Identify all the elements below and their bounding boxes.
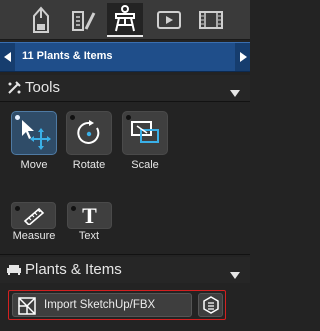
rotate-tool-button[interactable]: [66, 111, 112, 155]
nav-title: 11 Plants & Items: [22, 50, 113, 62]
move-cursor-icon: [22, 120, 51, 150]
import-cube-icon: [17, 296, 37, 321]
move-tool-button[interactable]: [11, 111, 57, 155]
rotate-label: Rotate: [72, 159, 106, 171]
measure-tool-button[interactable]: [11, 202, 56, 229]
scale-icon: [131, 121, 159, 143]
previous-arrow-icon[interactable]: [0, 43, 15, 71]
divider: [0, 101, 250, 102]
chevron-down-icon[interactable]: [230, 266, 240, 284]
easel-icon[interactable]: [107, 3, 143, 37]
move-label: Move: [20, 159, 48, 171]
text-tool-button[interactable]: T: [67, 202, 112, 229]
tools-title: Tools: [25, 79, 61, 96]
film-strip-icon[interactable]: [193, 3, 229, 37]
video-icon[interactable]: [151, 3, 187, 37]
top-tab-bar: [0, 0, 250, 40]
import-label: Import SketchUp/FBX: [44, 299, 156, 311]
tools-wand-icon: [6, 80, 22, 101]
sketchup-icon: [202, 296, 219, 314]
scale-tool-button[interactable]: [122, 111, 168, 155]
project-nav-bar: 11 Plants & Items: [0, 42, 250, 72]
measure-label: Measure: [12, 230, 56, 242]
text-label: Text: [78, 230, 100, 242]
edit-tools-icon[interactable]: [66, 3, 102, 37]
scale-label: Scale: [131, 159, 159, 171]
rotate-icon: [77, 120, 100, 144]
plants-items-title: Plants & Items: [25, 261, 122, 278]
sketchup-logo-button[interactable]: [198, 293, 223, 317]
divider: [0, 254, 250, 255]
text-T-icon: T: [82, 202, 97, 228]
import-sketchup-fbx-button[interactable]: Import SketchUp/FBX: [12, 293, 192, 317]
plants-items-section-header[interactable]: Plants & Items: [0, 257, 250, 283]
next-arrow-icon[interactable]: [235, 43, 250, 71]
ruler-icon: [23, 207, 44, 225]
pencil-icon[interactable]: [23, 3, 59, 37]
sofa-icon: [6, 262, 22, 281]
tools-section-header[interactable]: Tools: [0, 75, 250, 101]
chevron-down-icon[interactable]: [230, 84, 240, 102]
